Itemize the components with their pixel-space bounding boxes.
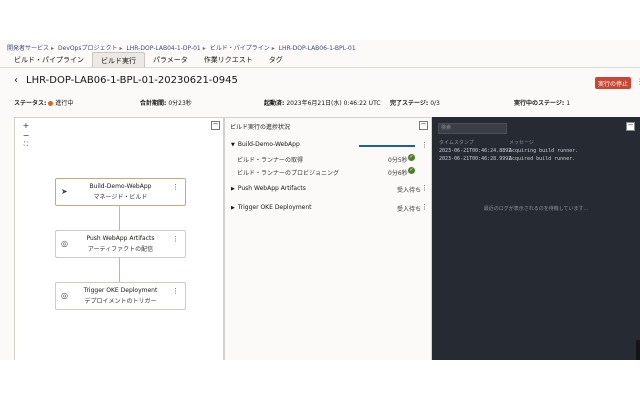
completed-stages-summary: 完了ステージ: 0/3 [390, 98, 440, 107]
pipeline-node-build[interactable]: ➤ Build-Demo-WebApp マネージド・ビルド ⋮ [55, 178, 186, 206]
start-value: 2023年6月21日(水) 0:46:22 UTC [286, 100, 381, 107]
breadcrumb-separator-icon: ▸ [271, 45, 275, 52]
step-time: 0分6秒 [388, 170, 408, 177]
log-timestamp: 2023-06-21T00:46:24.889Z [439, 148, 512, 154]
node-menu-icon[interactable]: ⋮ [172, 287, 179, 295]
breadcrumb: 開発者サービス ▸ DevOpsプロジェクト ▸ LHR-DOP-LAB04-1-D… [7, 43, 356, 52]
node-menu-icon[interactable]: ⋮ [172, 235, 179, 243]
tab-tags[interactable]: タグ [261, 52, 291, 68]
tab-divider [0, 67, 640, 68]
completed-stages-label: 完了ステージ: [390, 100, 429, 107]
breadcrumb-item[interactable]: DevOpsプロジェクト [58, 45, 118, 52]
tab-work-requests[interactable]: 作業リクエスト [196, 52, 261, 68]
stage-push-webapp-artifacts[interactable]: ▶ Push WebApp Artifacts [231, 185, 306, 192]
stage-menu-icon[interactable]: ⋮ [421, 141, 428, 149]
running-stage-label: 実行中のステージ: [514, 100, 565, 107]
pipeline-graph-panel: + − ⛶ − ➤ Build-Demo-WebApp マネージド・ビルド ⋮ … [14, 117, 224, 360]
log-search-input[interactable]: 検索 [438, 123, 507, 134]
log-waiting-message: 最近のログが表示されるのを待機しています... [483, 206, 589, 212]
log-column-message: メッセージ [509, 140, 534, 146]
build-progress-panel: ビルド実行の進捗状況 − ▼ Build-Demo-WebApp ⋮ ビルド・ラン… [224, 117, 432, 360]
node-title: Build-Demo-WebApp [89, 183, 152, 190]
node-connector [119, 205, 120, 230]
stage-name: Push WebApp Artifacts [237, 185, 306, 192]
node-connector [119, 257, 120, 282]
caret-right-icon: ▶ [231, 186, 235, 192]
node-title: Push WebApp Artifacts [86, 235, 155, 242]
running-stage-value: 1 [566, 100, 571, 107]
stage-name: Trigger OKE Deployment [237, 204, 312, 211]
node-subtitle: デプロイメントのトリガー [84, 298, 157, 305]
collapse-icon[interactable]: − [626, 122, 635, 131]
stage-state: 受入待ち [397, 206, 422, 213]
status-label: ステータス: [14, 100, 47, 107]
completed-stages-value: 0/3 [430, 100, 440, 107]
check-icon: ✓ [408, 167, 415, 174]
breadcrumb-item[interactable]: 開発者サービス [7, 45, 49, 52]
log-timestamp: 2023-06-21T00:46:28.999Z [439, 156, 512, 162]
duration-label: 合計期間: [140, 100, 167, 107]
zoom-in-icon[interactable]: + [21, 121, 31, 130]
app-window: 開発者サービス ▸ DevOpsプロジェクト ▸ LHR-DOP-LAB04-1-D… [0, 40, 640, 360]
breadcrumb-item[interactable]: LHR-DOP-LAB06-1-BPL-01 [279, 45, 356, 52]
more-actions-icon[interactable]: ⋮ [636, 77, 640, 86]
status-summary: ステータス: 進行中 [14, 98, 73, 107]
page-title: LHR-DOP-LAB06-1-BPL-01-20230621-0945 [26, 75, 238, 86]
back-icon[interactable]: ‹ [14, 75, 18, 86]
stage-progress-bar [359, 145, 415, 147]
caret-right-icon: ▶ [231, 205, 235, 211]
fit-to-screen-icon[interactable]: ⛶ [21, 141, 31, 149]
log-panel: 検索 − タイムスタンプ メッセージ 2023-06-21T00:46:24.8… [432, 117, 640, 360]
stage-state: 受入待ち [397, 187, 422, 194]
status-dot-icon [48, 101, 54, 106]
start-summary: 起動済: 2023年6月21日(水) 0:46:22 UTC [264, 98, 381, 107]
collapse-icon[interactable]: − [211, 121, 220, 130]
breadcrumb-item[interactable]: LHR-DOP-LAB04-1-DP-01 [126, 45, 200, 52]
node-menu-icon[interactable]: ⋮ [172, 183, 179, 191]
step-name: ビルド・ランナーの取得 [237, 157, 304, 164]
breadcrumb-separator-icon: ▸ [119, 45, 123, 52]
tab-build-pipeline[interactable]: ビルド・パイプライン [6, 52, 92, 68]
stage-menu-icon[interactable]: ⋮ [421, 184, 428, 192]
top-whitespace [0, 0, 640, 40]
node-title: Trigger OKE Deployment [83, 287, 158, 294]
panel-title: ビルド実行の進捗状況 [230, 124, 291, 131]
log-message: Acquiring build runner. [509, 148, 579, 154]
running-stage-summary: 実行中のステージ: 1 [514, 98, 570, 107]
stage-build-demo-webapp[interactable]: ▼ Build-Demo-WebApp [231, 141, 300, 148]
caret-down-icon: ▼ [231, 142, 235, 148]
log-message: Acquired build runner. [509, 156, 576, 162]
duration-summary: 合計期間: 0分23秒 [140, 98, 192, 107]
start-label: 起動済: [264, 100, 285, 107]
node-subtitle: マネージド・ビルド [93, 194, 148, 201]
stop-run-button[interactable]: 実行の停止 [595, 77, 631, 89]
breadcrumb-separator-icon: ▸ [51, 45, 55, 52]
status-value: 進行中 [55, 100, 74, 107]
stage-trigger-oke-deployment[interactable]: ▶ Trigger OKE Deployment [231, 204, 312, 211]
bottom-whitespace [0, 360, 640, 400]
pipeline-node-trigger-deployment[interactable]: ◎ Trigger OKE Deployment デプロイメントのトリガー ⋮ [55, 282, 186, 310]
tab-build-runs[interactable]: ビルド実行 [92, 52, 145, 67]
breadcrumb-item[interactable]: ビルド・パイプライン [210, 45, 270, 52]
breadcrumb-separator-icon: ▸ [202, 45, 206, 52]
scrollbar-handle[interactable] [636, 340, 640, 360]
tab-bar: ビルド・パイプライン ビルド実行 パラメータ 作業リクエスト タグ [6, 52, 291, 68]
node-subtitle: アーティファクトの配信 [87, 246, 154, 253]
step-time: 0分5秒 [388, 157, 408, 164]
collapse-icon[interactable]: − [419, 121, 428, 130]
tab-parameters[interactable]: パラメータ [145, 52, 196, 68]
pipeline-node-push-artifacts[interactable]: ◎ Push WebApp Artifacts アーティファクトの配信 ⋮ [55, 230, 186, 258]
stage-menu-icon[interactable]: ⋮ [421, 203, 428, 211]
check-icon: ✓ [408, 154, 415, 161]
log-column-timestamp: タイムスタンプ [439, 140, 474, 146]
duration-value: 0分23秒 [168, 100, 192, 107]
stage-name: Build-Demo-WebApp [237, 141, 300, 148]
zoom-out-icon[interactable]: − [21, 131, 31, 140]
step-name: ビルド・ランナーのプロビジョニング [237, 170, 340, 177]
